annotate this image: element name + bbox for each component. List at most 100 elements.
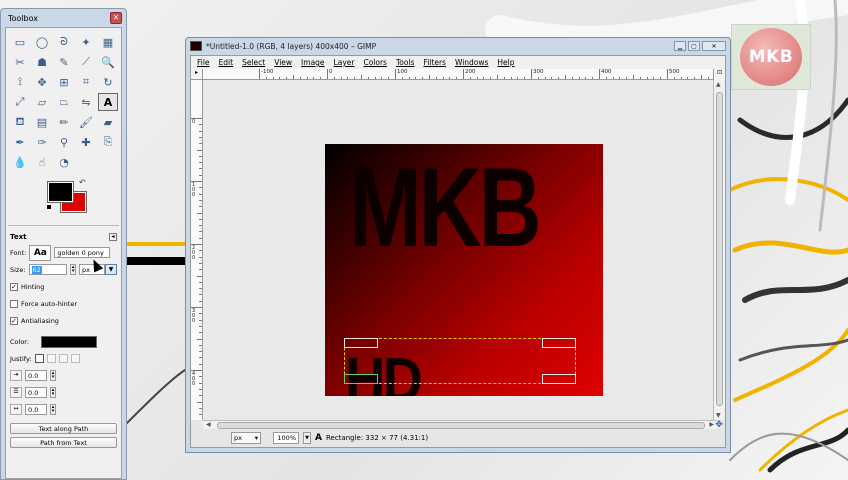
paths-icon[interactable]: ✎ (54, 53, 74, 71)
indent-input[interactable]: 0.0 (25, 370, 47, 381)
justify-fill-icon[interactable] (70, 354, 80, 363)
justify-right-icon[interactable] (46, 354, 56, 363)
font-input[interactable]: golden 0 pony (54, 247, 111, 258)
chevron-down-icon: ▾ (254, 434, 258, 442)
zoom-input[interactable]: 100% (273, 432, 299, 444)
flip-icon[interactable]: ⇋ (76, 93, 96, 111)
menu-tools[interactable]: Tools (396, 58, 414, 67)
pencil-icon[interactable]: ✏ (54, 113, 74, 131)
line-spacing-spinner[interactable]: ▴ ▾ (50, 387, 56, 398)
path-from-text-button[interactable]: Path from Text (10, 437, 117, 448)
horizontal-ruler[interactable]: -100 0 100 200 300 400 500 (203, 69, 713, 80)
menu-filters[interactable]: Filters (423, 58, 445, 67)
scale-icon[interactable]: ⤢ (10, 93, 30, 111)
letter-spacing-input[interactable]: 0.0 (25, 404, 47, 415)
antialiasing-checkbox[interactable]: ✓ (10, 316, 18, 325)
color-select-icon[interactable]: ▦ (98, 33, 118, 51)
toolbox-titlebar[interactable]: Toolbox ✕ (1, 9, 126, 27)
size-value: 62 (31, 265, 42, 274)
force-autohinter-checkbox[interactable] (10, 299, 18, 308)
indent-spinner[interactable]: ▴ ▾ (50, 370, 56, 381)
close-button[interactable]: ✕ (702, 41, 726, 51)
paintbrush-icon[interactable]: 🖌 (76, 113, 96, 131)
menu-colors[interactable]: Colors (363, 58, 387, 67)
bucket-fill-icon[interactable]: ⛾ (10, 113, 30, 131)
crop-icon[interactable]: ⌗ (76, 73, 96, 91)
eraser-icon[interactable]: ▰ (98, 113, 118, 131)
toolbox-close-button[interactable]: ✕ (110, 12, 122, 24)
foreground-select-icon[interactable]: ☗ (32, 53, 52, 71)
rotate-icon[interactable]: ↻ (98, 73, 118, 91)
free-select-icon[interactable]: ᘐ (54, 33, 74, 51)
ellipse-select-icon[interactable]: ◯ (32, 33, 52, 51)
ruler-tick (463, 69, 464, 79)
line-spacing-input[interactable]: 0.0 (25, 387, 47, 398)
handle-top-right[interactable] (542, 338, 576, 348)
chevron-down-icon[interactable]: ▼ (105, 264, 117, 275)
minimize-button[interactable]: ▁ (674, 41, 686, 51)
scroll-left-icon[interactable]: ◀ (206, 421, 211, 428)
dock-menu-icon[interactable]: ◂ (109, 233, 117, 241)
perspective-clone-icon[interactable]: ⎘ (98, 133, 118, 151)
blur-icon[interactable]: 💧 (10, 153, 30, 171)
measure-icon[interactable]: ⟟ (10, 73, 30, 91)
clone-icon[interactable]: ⚲ (54, 133, 74, 151)
handle-bottom-left[interactable] (344, 374, 378, 384)
color-picker-icon[interactable]: ⟋ (76, 53, 96, 71)
menu-edit[interactable]: Edit (219, 58, 234, 67)
heal-icon[interactable]: ✚ (76, 133, 96, 151)
image-window-titlebar[interactable]: *Untitled-1.0 (RGB, 4 layers) 400x400 – … (186, 38, 730, 54)
scissors-icon[interactable]: ✂ (10, 53, 30, 71)
align-icon[interactable]: ⊞ (54, 73, 74, 91)
size-input[interactable]: 62 (28, 264, 68, 275)
menu-file[interactable]: File (197, 58, 210, 67)
smudge-icon[interactable]: ☝ (32, 153, 52, 171)
text-color-button[interactable] (41, 335, 98, 348)
dodge-burn-icon[interactable]: ◔ (54, 153, 74, 171)
maximize-button[interactable]: ▢ (688, 41, 700, 51)
letter-spacing-spinner[interactable]: ▴ ▾ (50, 404, 56, 415)
menu-view[interactable]: View (274, 58, 292, 67)
menu-select[interactable]: Select (242, 58, 265, 67)
image-canvas[interactable]: MKB HD (325, 144, 603, 396)
fuzzy-select-icon[interactable]: ✦ (76, 33, 96, 51)
menu-image[interactable]: Image (301, 58, 325, 67)
handle-bottom-right[interactable] (542, 374, 576, 384)
blend-icon[interactable]: ▤ (32, 113, 52, 131)
hinting-checkbox[interactable]: ✓ (10, 282, 18, 291)
ruler-label: 100 (397, 69, 408, 75)
vertical-ruler[interactable]: 0 100 200 300 400 (191, 80, 203, 420)
reset-colors-icon[interactable] (46, 204, 52, 210)
text-selection-box[interactable] (344, 338, 576, 384)
text-along-path-button[interactable]: Text along Path (10, 423, 117, 434)
vertical-scrollbar[interactable]: ▲ ▼ (713, 80, 725, 420)
font-preview-button[interactable]: Aa (29, 244, 52, 261)
menu-help[interactable]: Help (497, 58, 514, 67)
foreground-color-swatch[interactable] (47, 181, 74, 203)
rect-select-icon[interactable]: ▭ (10, 33, 30, 51)
swap-colors-icon[interactable]: ↶ (79, 178, 86, 187)
move-icon[interactable]: ✥ (32, 73, 52, 91)
scroll-up-icon[interactable]: ▲ (716, 81, 721, 88)
handle-top-left[interactable] (344, 338, 378, 348)
shear-icon[interactable]: ▱ (32, 93, 52, 111)
justify-center-icon[interactable] (58, 354, 68, 363)
antialiasing-row: ✓ Antialiasing (6, 313, 121, 328)
canvas-area[interactable]: MKB HD (203, 80, 717, 420)
menu-windows[interactable]: Windows (455, 58, 488, 67)
justify-left-icon[interactable] (34, 354, 44, 363)
text-tool-icon[interactable]: A (98, 93, 118, 111)
quick-mask-corner-icon[interactable]: ▸ (191, 69, 203, 80)
ink-icon[interactable]: ✑ (32, 133, 52, 151)
zoom-dropdown-icon[interactable]: ▼ (303, 432, 311, 444)
horizontal-scroll-thumb[interactable] (217, 422, 705, 429)
unit-menu[interactable]: px ▾ (231, 432, 261, 444)
perspective-icon[interactable]: ⏢ (54, 93, 74, 111)
zoom-icon[interactable]: 🔍 (98, 53, 118, 71)
navigate-icon[interactable]: ⊡ (713, 69, 725, 80)
size-spinner[interactable]: ▴ ▾ (70, 264, 76, 275)
scroll-down-icon[interactable]: ▼ (716, 412, 721, 419)
vertical-scroll-thumb[interactable] (716, 92, 723, 406)
menu-layer[interactable]: Layer (334, 58, 355, 67)
airbrush-icon[interactable]: ✒ (10, 133, 30, 151)
